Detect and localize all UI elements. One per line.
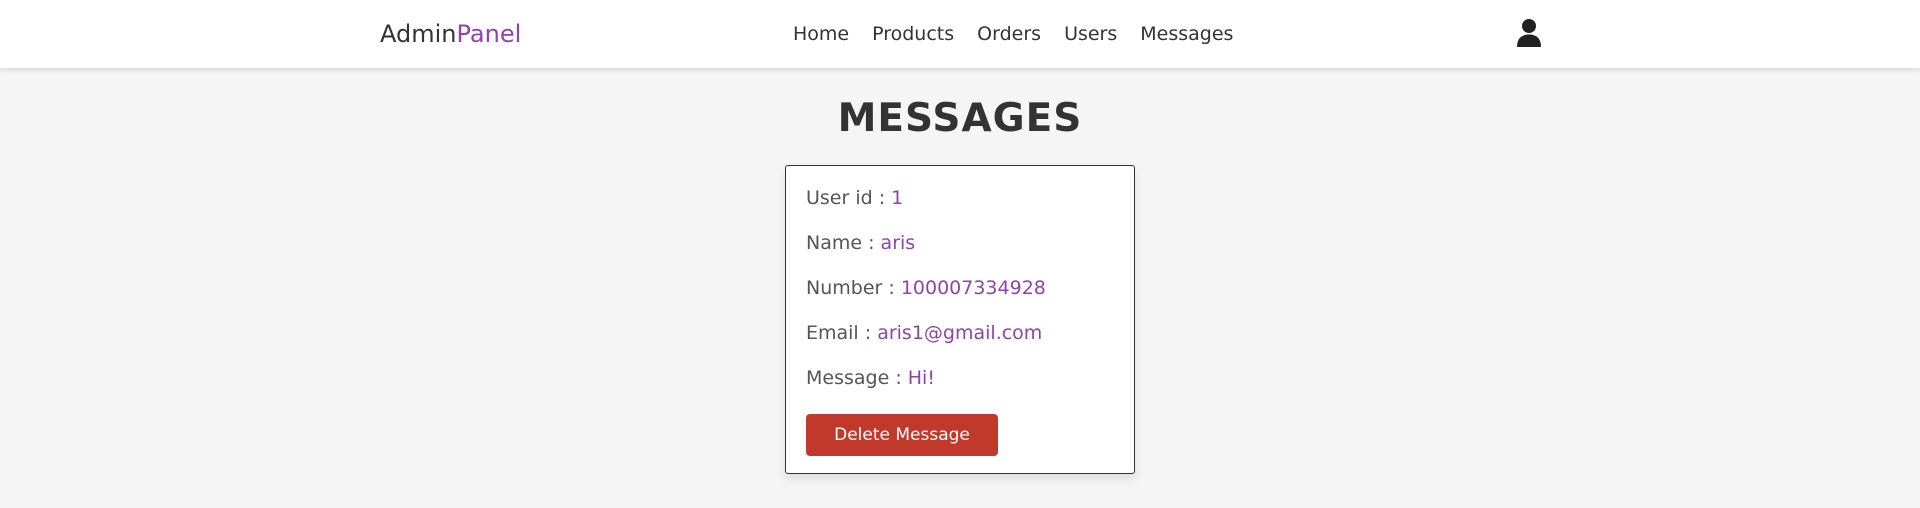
user-id-row: User id : 1 [806,185,1114,230]
message-card: User id : 1 Name : aris Number : 1000073… [785,165,1135,474]
nav-messages[interactable]: Messages [1140,23,1233,45]
user-icon [1517,19,1541,47]
header: AdminPanel Home Products Orders Users Me… [0,0,1920,68]
page-title: MESSAGES [837,96,1083,141]
email-label: Email : [806,322,878,344]
nav-products[interactable]: Products [872,23,954,45]
message-value: Hi! [907,367,935,389]
user-id-label: User id : [806,187,892,209]
nav-users[interactable]: Users [1064,23,1117,45]
email-row: Email : aris1@gmail.com [806,320,1114,365]
main-nav: Home Products Orders Users Messages [793,0,1233,68]
logo-accent: Panel [456,20,522,48]
name-label: Name : [806,232,881,254]
logo[interactable]: AdminPanel [380,0,521,68]
user-id-value: 1 [891,187,904,209]
user-menu-button[interactable] [1516,18,1542,48]
message-label: Message : [806,367,908,389]
name-value: aris [880,232,916,254]
nav-home[interactable]: Home [793,23,849,45]
email-value: aris1@gmail.com [877,322,1043,344]
nav-orders[interactable]: Orders [977,23,1041,45]
name-row: Name : aris [806,230,1114,275]
logo-main: Admin [380,20,457,48]
number-value: 100007334928 [900,277,1046,299]
number-label: Number : [806,277,901,299]
number-row: Number : 100007334928 [806,275,1114,320]
message-row: Message : Hi! [806,365,1114,410]
delete-message-button[interactable]: Delete Message [806,414,998,456]
